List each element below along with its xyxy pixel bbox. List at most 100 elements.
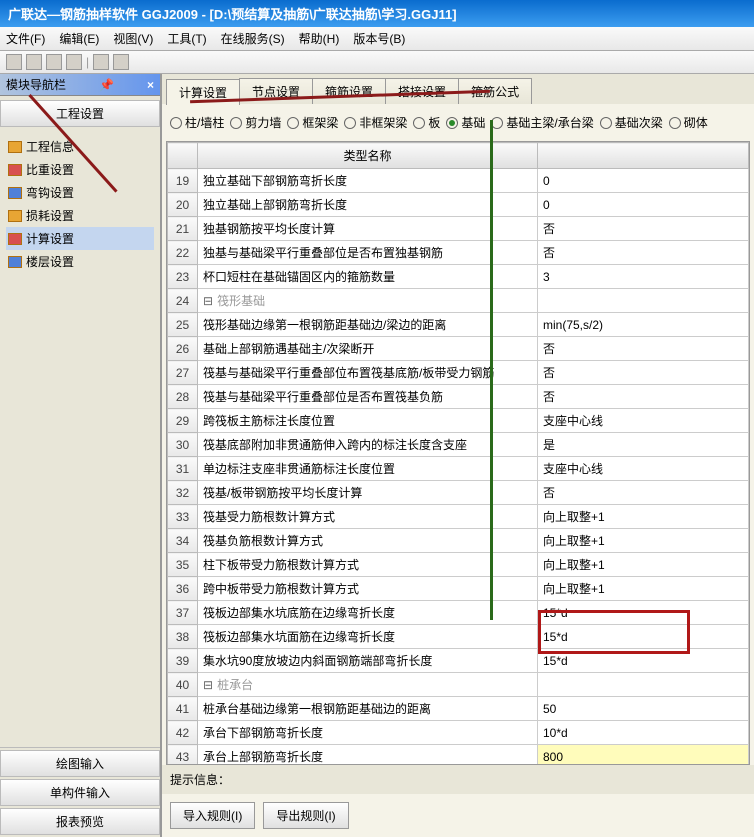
toolbar-icon[interactable] (46, 54, 62, 70)
table-row[interactable]: 25筏形基础边缘第一根钢筋距基础边/梁边的距离min(75,s/2) (168, 313, 749, 337)
sidebar-item[interactable]: 工程信息 (6, 135, 154, 158)
row-value[interactable]: 否 (538, 481, 749, 505)
menu-item[interactable]: 工具(T) (167, 30, 206, 47)
tab[interactable]: 搭接设置 (385, 78, 459, 104)
row-value[interactable]: 是 (538, 433, 749, 457)
radio-option[interactable]: 基础次梁 (600, 114, 663, 131)
menu-item[interactable]: 文件(F) (6, 30, 45, 47)
row-value[interactable]: 向上取整+1 (538, 529, 749, 553)
menu-item[interactable]: 视图(V) (113, 30, 153, 47)
sidebar-item[interactable]: 损耗设置 (6, 204, 154, 227)
radio-option[interactable]: 基础 (446, 114, 485, 131)
row-value[interactable]: 否 (538, 241, 749, 265)
row-value[interactable]: 15*d (538, 625, 749, 649)
menu-item[interactable]: 在线服务(S) (221, 30, 285, 47)
menu-item[interactable]: 编辑(E) (59, 30, 99, 47)
toolbar-icon[interactable] (93, 54, 109, 70)
table-row[interactable]: 22独基与基础梁平行重叠部位是否布置独基钢筋否 (168, 241, 749, 265)
table-row[interactable]: 43承台上部钢筋弯折长度800 (168, 745, 749, 766)
table-row[interactable]: 37筏板边部集水坑底筋在边缘弯折长度15*d (168, 601, 749, 625)
row-value[interactable]: 10*d (538, 721, 749, 745)
tab[interactable]: 计算设置 (166, 79, 240, 105)
row-value[interactable]: 0 (538, 193, 749, 217)
table-row[interactable]: 40⊟桩承台 (168, 673, 749, 697)
table-row[interactable]: 41桩承台基础边缘第一根钢筋距基础边的距离50 (168, 697, 749, 721)
bottom-link[interactable]: 绘图输入 (0, 750, 160, 777)
row-num: 37 (168, 601, 198, 625)
table-row[interactable]: 35柱下板带受力筋根数计算方式向上取整+1 (168, 553, 749, 577)
radio-option[interactable]: 基础主梁/承台梁 (491, 114, 593, 131)
table-row[interactable]: 23杯口短柱在基础锚固区内的箍筋数量3 (168, 265, 749, 289)
collapse-icon[interactable]: ⊟ (203, 678, 213, 692)
row-num: 20 (168, 193, 198, 217)
row-value[interactable]: 否 (538, 337, 749, 361)
row-value[interactable]: 3 (538, 265, 749, 289)
bottom-link[interactable]: 单构件输入 (0, 779, 160, 806)
close-icon[interactable]: × (147, 78, 154, 92)
menu-item[interactable]: 版本号(B) (353, 30, 405, 47)
table-row[interactable]: 33筏基受力筋根数计算方式向上取整+1 (168, 505, 749, 529)
radio-option[interactable]: 柱/墙柱 (170, 114, 224, 131)
data-grid[interactable]: 类型名称19独立基础下部钢筋弯折长度020独立基础上部钢筋弯折长度021独基钢筋… (166, 141, 750, 765)
export-button[interactable]: 导出规则(I) (263, 802, 348, 829)
toolbar-icon[interactable] (66, 54, 82, 70)
table-row[interactable]: 19独立基础下部钢筋弯折长度0 (168, 169, 749, 193)
row-value[interactable]: 15*d (538, 601, 749, 625)
row-value[interactable]: 支座中心线 (538, 409, 749, 433)
sidebar-item[interactable]: 比重设置 (6, 158, 154, 181)
row-value[interactable]: 0 (538, 169, 749, 193)
sidebar-item[interactable]: 计算设置 (6, 227, 154, 250)
section-head[interactable]: 工程设置 (0, 100, 160, 127)
table-row[interactable]: 26基础上部钢筋遇基础主/次梁断开否 (168, 337, 749, 361)
table-row[interactable]: 34筏基负筋根数计算方式向上取整+1 (168, 529, 749, 553)
row-value[interactable]: 否 (538, 217, 749, 241)
radio-option[interactable]: 非框架梁 (344, 114, 407, 131)
row-value[interactable] (538, 289, 749, 313)
toolbar-icon[interactable] (6, 54, 22, 70)
menu-bar: 文件(F) 编辑(E) 视图(V) 工具(T) 在线服务(S) 帮助(H) 版本号(B) (0, 27, 754, 51)
row-value[interactable]: min(75,s/2) (538, 313, 749, 337)
tab[interactable]: 节点设置 (239, 78, 313, 104)
sidebar-item[interactable]: 楼层设置 (6, 250, 154, 273)
row-value[interactable]: 向上取整+1 (538, 553, 749, 577)
row-value[interactable]: 支座中心线 (538, 457, 749, 481)
row-name: 筏基与基础梁平行重叠部位是否布置筏基负筋 (198, 385, 538, 409)
table-row[interactable]: 27筏基与基础梁平行重叠部位布置筏基底筋/板带受力钢筋否 (168, 361, 749, 385)
radio-option[interactable]: 砌体 (669, 114, 708, 131)
item-icon (8, 164, 22, 176)
collapse-icon[interactable]: ⊟ (203, 294, 213, 308)
table-row[interactable]: 31单边标注支座非贯通筋标注长度位置支座中心线 (168, 457, 749, 481)
table-row[interactable]: 24⊟筏形基础 (168, 289, 749, 313)
row-value[interactable] (538, 673, 749, 697)
bottom-link[interactable]: 报表预览 (0, 808, 160, 835)
row-value[interactable]: 800 (538, 745, 749, 766)
sidebar-item[interactable]: 弯钩设置 (6, 181, 154, 204)
table-row[interactable]: 28筏基与基础梁平行重叠部位是否布置筏基负筋否 (168, 385, 749, 409)
table-row[interactable]: 21独基钢筋按平均长度计算否 (168, 217, 749, 241)
toolbar-icon[interactable] (26, 54, 42, 70)
row-value[interactable]: 向上取整+1 (538, 577, 749, 601)
menu-item[interactable]: 帮助(H) (299, 30, 340, 47)
row-value[interactable]: 否 (538, 385, 749, 409)
table-row[interactable]: 32筏基/板带钢筋按平均长度计算否 (168, 481, 749, 505)
tab[interactable]: 箍筋公式 (458, 78, 532, 104)
radio-option[interactable]: 板 (413, 114, 440, 131)
table-row[interactable]: 36跨中板带受力筋根数计算方式向上取整+1 (168, 577, 749, 601)
pin-icon[interactable]: 📌 (99, 78, 114, 92)
table-row[interactable]: 30筏基底部附加非贯通筋伸入跨内的标注长度含支座是 (168, 433, 749, 457)
row-value[interactable]: 向上取整+1 (538, 505, 749, 529)
row-value[interactable]: 15*d (538, 649, 749, 673)
toolbar-icon[interactable] (113, 54, 129, 70)
radio-option[interactable]: 剪力墙 (230, 114, 281, 131)
row-name: 筏形基础边缘第一根钢筋距基础边/梁边的距离 (198, 313, 538, 337)
table-row[interactable]: 38筏板边部集水坑面筋在边缘弯折长度15*d (168, 625, 749, 649)
table-row[interactable]: 42承台下部钢筋弯折长度10*d (168, 721, 749, 745)
row-value[interactable]: 否 (538, 361, 749, 385)
tab[interactable]: 箍筋设置 (312, 78, 386, 104)
table-row[interactable]: 39集水坑90度放坡边内斜面钢筋端部弯折长度15*d (168, 649, 749, 673)
row-value[interactable]: 50 (538, 697, 749, 721)
table-row[interactable]: 29跨筏板主筋标注长度位置支座中心线 (168, 409, 749, 433)
table-row[interactable]: 20独立基础上部钢筋弯折长度0 (168, 193, 749, 217)
import-button[interactable]: 导入规则(I) (170, 802, 255, 829)
radio-option[interactable]: 框架梁 (287, 114, 338, 131)
